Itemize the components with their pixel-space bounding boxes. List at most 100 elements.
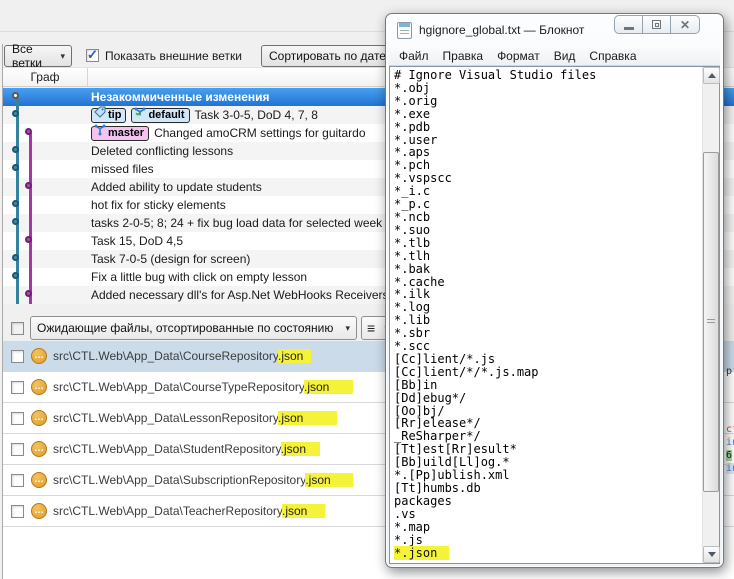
notepad-line: [Cc]lient/*.js — [394, 351, 496, 366]
show-external-checkbox[interactable]: ✓ — [86, 47, 99, 62]
file-path: src\CTL.Web\App_Data\CourseTypeRepositor… — [53, 380, 354, 394]
graph-branch-line-purple — [29, 133, 32, 304]
commit-message: tasks 2-0-5; 8; 24 + fix bug load data f… — [91, 216, 383, 230]
commit-node-teal[interactable] — [12, 200, 19, 207]
sort-by-date-label: Сортировать по дате — [269, 49, 386, 63]
scroll-up-button[interactable] — [703, 67, 720, 84]
tag-icon — [94, 106, 106, 124]
notepad-line: *.vspscc — [394, 171, 452, 186]
notepad-line: *.scc — [394, 339, 431, 354]
commit-node-teal[interactable] — [12, 254, 19, 261]
commit-node-teal[interactable] — [12, 110, 19, 117]
commit-node-teal[interactable] — [12, 146, 19, 153]
commit-node-teal[interactable] — [12, 218, 19, 225]
commit-node-teal[interactable] — [12, 272, 19, 279]
commit-message-cell: Added necessary dll's for Asp.Net WebHoo… — [91, 286, 389, 304]
window-controls: ✕ — [614, 15, 700, 34]
file-checkbox[interactable] — [11, 473, 24, 487]
commit-node-teal[interactable] — [12, 164, 19, 171]
highlighted-extension: .json — [277, 349, 312, 363]
branches-dropdown[interactable]: Все ветки ▾ — [4, 42, 72, 70]
notepad-client-area: # Ignore Visual Studio files *.obj *.orig *… — [389, 66, 720, 564]
close-icon: ✕ — [679, 17, 691, 32]
menu-item-правка[interactable]: Правка — [436, 49, 491, 63]
file-path: src\CTL.Web\App_Data\StudentRepository.j… — [53, 442, 321, 456]
notepad-line: *.lib — [394, 313, 431, 328]
notepad-line: *.suo — [394, 222, 431, 237]
commit-message: Task 3-0-5, DoD 4, 7, 8 — [194, 108, 318, 122]
ref-badge-tip[interactable]: tip — [91, 106, 127, 124]
screen: Все ветки ▾ ✓ Показать внешние ветки Сор… — [0, 0, 734, 579]
file-checkbox[interactable] — [11, 349, 24, 363]
notepad-line: *.bak — [394, 261, 431, 276]
commit-message-cell: tasks 2-0-5; 8; 24 + fix bug load data f… — [91, 214, 382, 232]
highlighted-extension: .json — [280, 442, 321, 456]
commit-message-cell: Added ability to update students — [91, 178, 262, 196]
file-checkbox[interactable] — [11, 504, 24, 518]
chevron-down-icon: ▾ — [345, 322, 350, 333]
file-checkbox[interactable] — [11, 442, 24, 456]
notepad-text[interactable]: # Ignore Visual Studio files *.obj *.orig *… — [390, 67, 702, 563]
background-text-fragment: in — [726, 437, 734, 448]
background-text-fragment: in — [726, 463, 734, 474]
working-dir-node[interactable] — [12, 92, 19, 99]
commit-message: Added necessary dll's for Asp.Net WebHoo… — [91, 288, 389, 302]
scroll-down-button[interactable] — [703, 546, 720, 563]
commit-message-cell: Task 7-0-5 (design for screen) — [91, 250, 250, 268]
commit-node-purple[interactable] — [25, 128, 32, 135]
minimize-icon — [623, 27, 634, 30]
search-highlight: *.json — [394, 545, 450, 560]
file-checkbox[interactable] — [11, 411, 24, 425]
select-all-files-checkbox[interactable] — [11, 322, 24, 335]
scrollbar-thumb[interactable] — [703, 152, 719, 492]
commit-node-purple[interactable] — [25, 182, 32, 189]
badge-label: tip — [108, 109, 122, 121]
notepad-line: *.pdb — [394, 119, 431, 134]
commit-message-cell: Deleted conflicting lessons — [91, 142, 233, 160]
graph-column-header[interactable]: Граф — [3, 68, 88, 86]
commit-node-purple[interactable] — [25, 290, 32, 297]
commit-message-cell: hot fix for sticky elements — [91, 196, 226, 214]
menu-item-справка[interactable]: Справка — [582, 49, 643, 63]
commit-message: hot fix for sticky elements — [91, 198, 226, 212]
branches-dropdown-label: Все ветки — [12, 42, 42, 70]
commit-message: Fix a little bug with click on empty les… — [91, 270, 308, 284]
ref-badge-default[interactable]: default — [131, 107, 190, 123]
commit-message: Added ability to update students — [91, 180, 262, 194]
menu-item-вид[interactable]: Вид — [547, 49, 583, 63]
sort-by-date-button[interactable]: Сортировать по дате — [261, 45, 392, 67]
commit-message: Незакоммиченные изменения — [91, 90, 270, 104]
background-text-fragment: 6 — [726, 450, 733, 461]
notepad-line: [Bb]in — [394, 377, 438, 392]
notepad-icon — [397, 22, 412, 39]
menu-item-файл[interactable]: Файл — [392, 49, 436, 63]
file-checkbox[interactable] — [11, 380, 24, 394]
notepad-line: *.orig — [394, 93, 438, 108]
menu-item-формат[interactable]: Формат — [490, 49, 547, 63]
commit-message-cell: tip default Task 3-0-5, DoD 4, 7, 8 — [91, 106, 318, 124]
notepad-line: .vs — [394, 506, 416, 521]
files-filter-dropdown[interactable]: Ожидающие файлы, отсортированные по сост… — [30, 316, 357, 340]
close-button[interactable]: ✕ — [671, 16, 699, 33]
commit-message: Task 15, DoD 4,5 — [91, 234, 184, 248]
notepad-line: [Tt]humbs.db — [394, 481, 481, 495]
commit-message-cell: Незакоммиченные изменения — [91, 88, 270, 106]
notepad-scrollbar[interactable] — [702, 67, 720, 563]
ref-badge-master[interactable]: master — [91, 124, 150, 141]
notepad-line: *.map — [394, 519, 431, 534]
commit-message-cell: master Changed amoCRM settings for guitar… — [91, 124, 366, 142]
notepad-line: *.tlh — [394, 248, 431, 263]
notepad-line: *.tlb — [394, 235, 431, 250]
notepad-line: *.user — [394, 132, 438, 147]
notepad-title-bar[interactable]: hgignore_global.txt — Блокнот ✕ — [386, 14, 723, 47]
background-text-fragment: ct — [726, 424, 734, 435]
notepad-line: *.log — [394, 300, 431, 315]
maximize-button[interactable] — [643, 16, 671, 33]
file-path: src\CTL.Web\App_Data\LessonRepository.js… — [53, 411, 338, 425]
minimize-button[interactable] — [615, 16, 643, 33]
notepad-line: *.ilk — [394, 287, 431, 302]
modified-status-icon: … — [31, 472, 47, 488]
commit-message-cell: Fix a little bug with click on empty les… — [91, 268, 307, 286]
highlighted-extension: .json — [282, 504, 326, 518]
commit-node-purple[interactable] — [25, 236, 32, 243]
